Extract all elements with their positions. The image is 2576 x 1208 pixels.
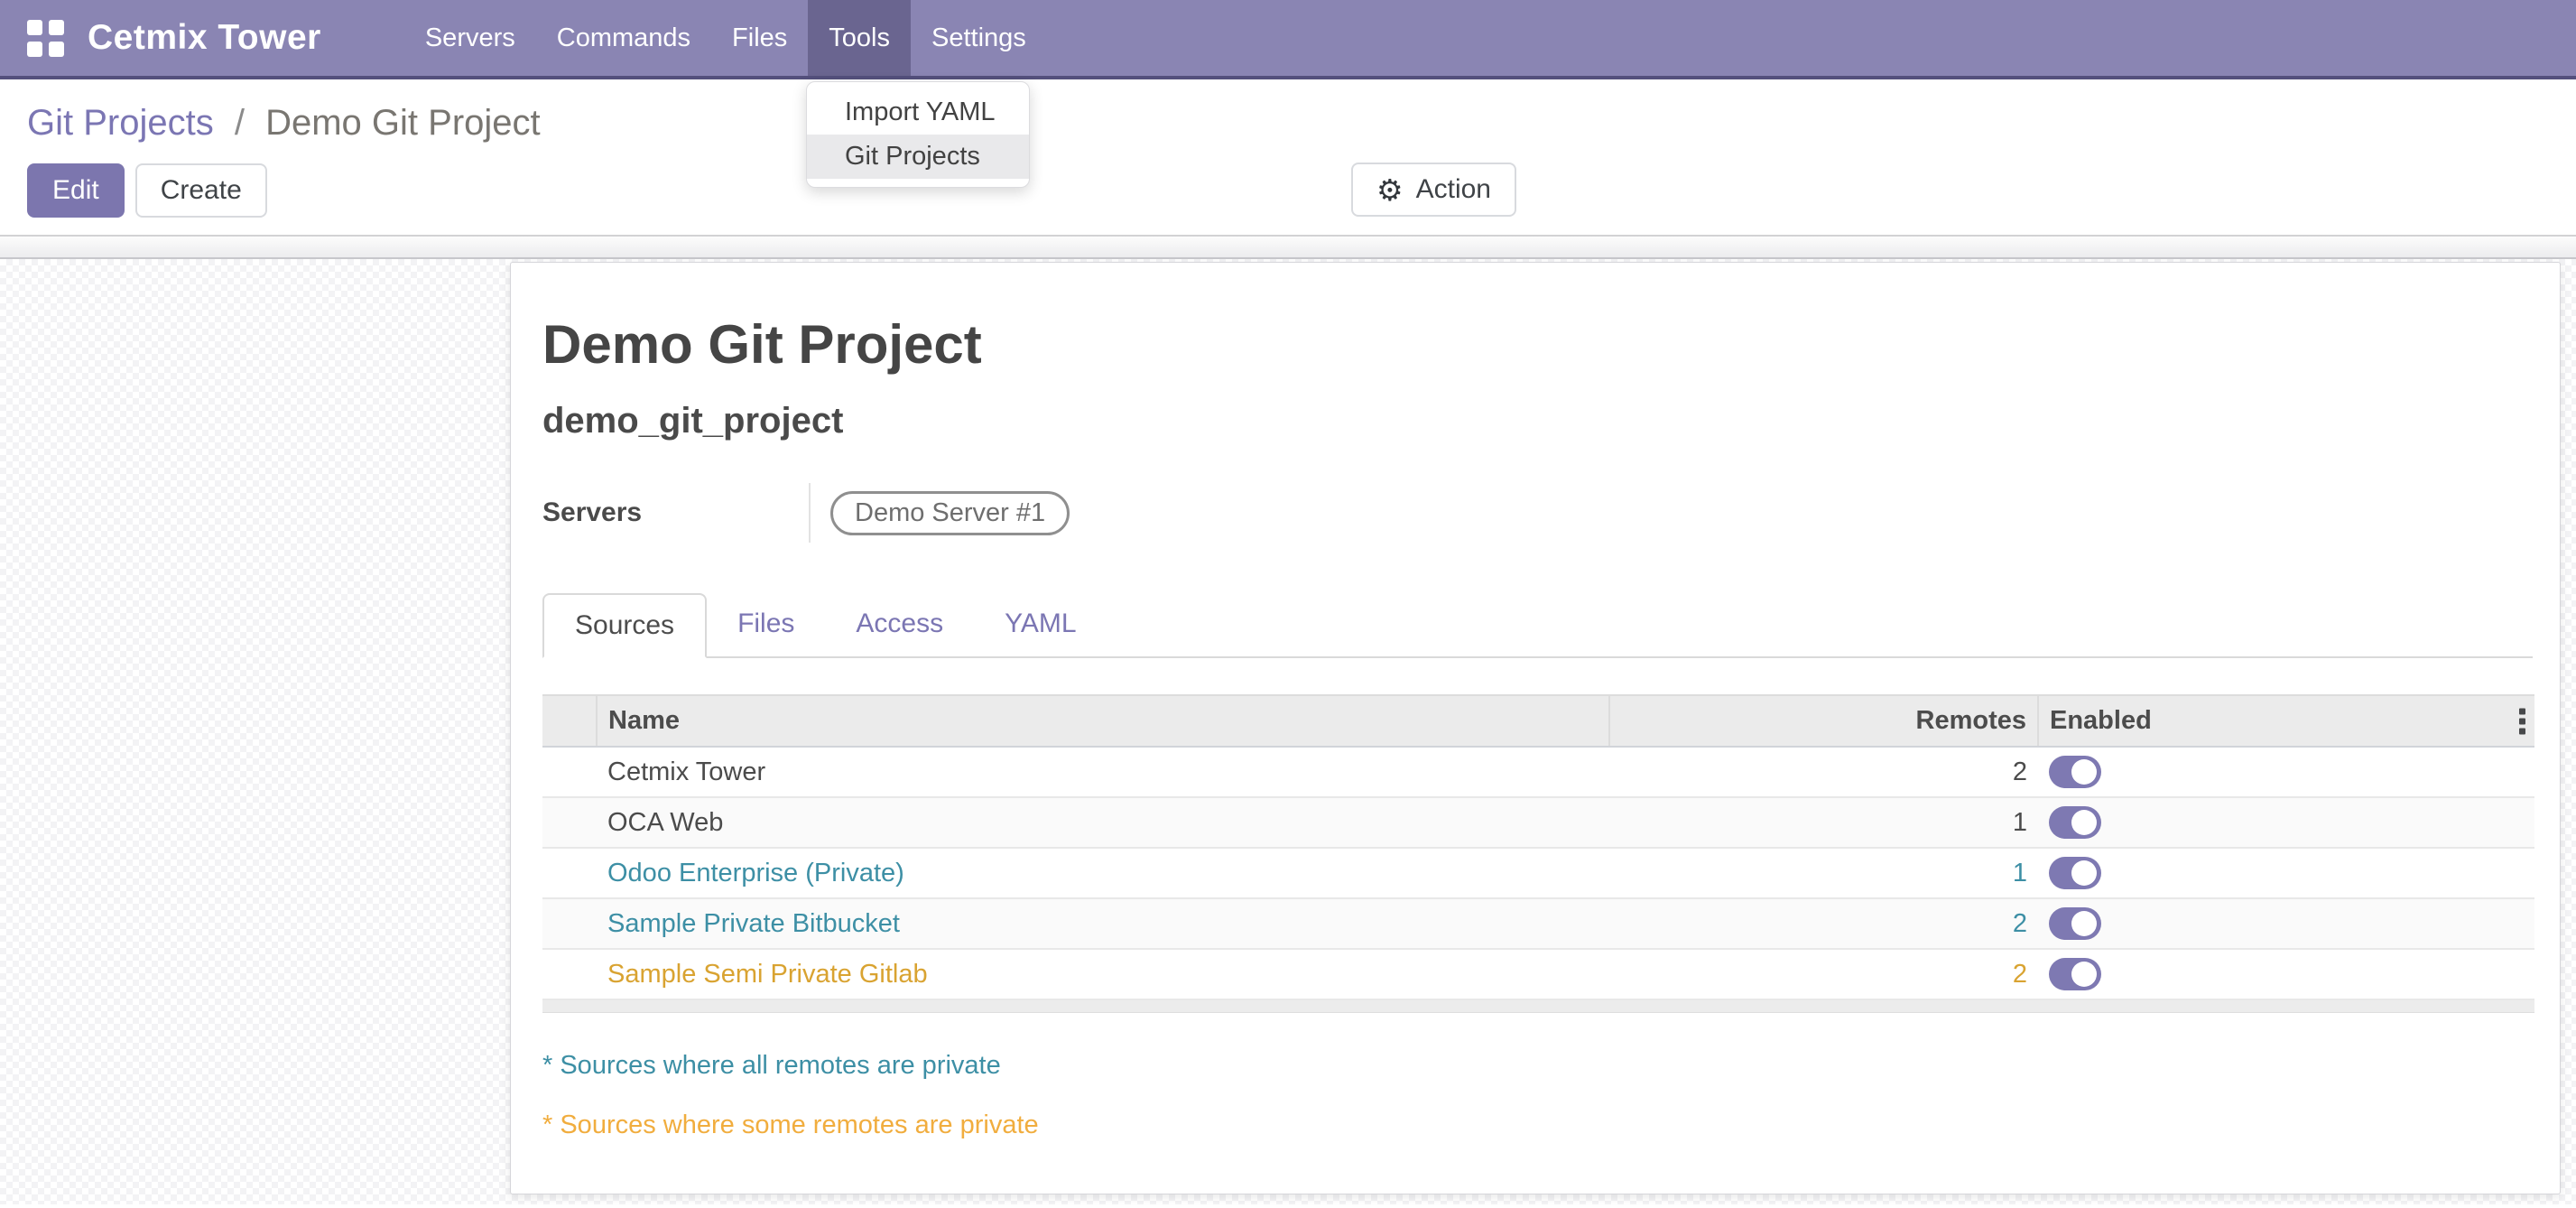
- table-footer-strip: [542, 1000, 2534, 1013]
- row-selector-cell: [542, 848, 597, 898]
- source-name: Sample Private Bitbucket: [607, 909, 900, 938]
- server-tag[interactable]: Demo Server #1: [830, 491, 1070, 535]
- enabled-toggle[interactable]: [2049, 756, 2101, 788]
- button-row: Edit Create: [27, 163, 2576, 218]
- sources-table: Name Remotes Enabled Cetmix Tower 2: [542, 694, 2534, 1000]
- main-menu: Servers Commands Files Tools Settings: [404, 0, 1047, 76]
- table-row[interactable]: Sample Private Bitbucket 2: [542, 898, 2534, 949]
- tab[interactable]: Sources: [542, 593, 707, 658]
- row-selector-cell: [542, 797, 597, 848]
- table-row[interactable]: Odoo Enterprise (Private) 1: [542, 848, 2534, 898]
- nav-item[interactable]: Files: [711, 0, 808, 76]
- breadcrumb-separator: /: [235, 103, 245, 143]
- remotes-count: 2: [2013, 960, 2027, 989]
- dropdown-item[interactable]: Git Projects: [807, 135, 1029, 179]
- enabled-toggle[interactable]: [2049, 806, 2101, 839]
- column-options-icon[interactable]: [2519, 708, 2525, 734]
- create-button[interactable]: Create: [135, 163, 267, 218]
- tab[interactable]: Files: [707, 593, 825, 656]
- remotes-column-header[interactable]: Remotes: [1609, 695, 2038, 747]
- enabled-toggle[interactable]: [2049, 958, 2101, 990]
- page-title: Demo Git Project: [542, 313, 2533, 376]
- server-tags: Demo Server #1: [830, 491, 1070, 535]
- action-button[interactable]: ⚙ Action: [1351, 163, 1516, 217]
- content-background: Demo Git Project demo_git_project Server…: [0, 259, 2576, 1204]
- record-card: Demo Git Project demo_git_project Server…: [510, 262, 2561, 1194]
- source-name: Sample Semi Private Gitlab: [607, 960, 928, 989]
- table-row[interactable]: Sample Semi Private Gitlab 2: [542, 949, 2534, 999]
- app-brand[interactable]: Cetmix Tower: [88, 18, 321, 58]
- top-navbar: Cetmix Tower Servers Commands Files Tool…: [0, 0, 2576, 79]
- privacy-legend: * Sources where all remotes are private …: [542, 1051, 2533, 1140]
- control-panel: Git Projects / Demo Git Project Edit Cre…: [0, 79, 2576, 235]
- edit-button[interactable]: Edit: [27, 163, 125, 218]
- table-row[interactable]: Cetmix Tower 2: [542, 747, 2534, 797]
- row-selector-cell: [542, 949, 597, 999]
- source-name: Odoo Enterprise (Private): [607, 859, 904, 887]
- apps-grid-icon[interactable]: [27, 20, 64, 57]
- enabled-toggle[interactable]: [2049, 857, 2101, 889]
- row-selector-cell: [542, 898, 597, 949]
- legend-note: * Sources where some remotes are private: [542, 1110, 2533, 1140]
- selector-column-header: [542, 695, 597, 747]
- tools-dropdown-menu: Import YAML Git Projects: [806, 81, 1030, 188]
- record-code: demo_git_project: [542, 401, 2533, 441]
- breadcrumb-current: Demo Git Project: [265, 103, 541, 143]
- source-name: OCA Web: [607, 808, 723, 837]
- breadcrumb: Git Projects / Demo Git Project: [27, 103, 2576, 144]
- nav-item[interactable]: Commands: [536, 0, 711, 76]
- tab[interactable]: YAML: [974, 593, 1107, 656]
- legend-note: * Sources where all remotes are private: [542, 1051, 2533, 1081]
- servers-field: Servers Demo Server #1: [542, 483, 2533, 543]
- enabled-toggle[interactable]: [2049, 907, 2101, 940]
- table-header-row: Name Remotes Enabled: [542, 695, 2534, 747]
- table-row[interactable]: OCA Web 1: [542, 797, 2534, 848]
- gear-icon: ⚙: [1376, 175, 1404, 205]
- nav-item[interactable]: Settings: [911, 0, 1047, 76]
- servers-field-label: Servers: [542, 497, 809, 528]
- dropdown-item[interactable]: Import YAML: [807, 90, 1029, 135]
- remotes-count: 2: [2013, 757, 2027, 786]
- panel-divider: [0, 235, 2576, 259]
- row-selector-cell: [542, 747, 597, 797]
- remotes-count: 1: [2013, 859, 2027, 887]
- source-name: Cetmix Tower: [607, 757, 765, 786]
- breadcrumb-parent-link[interactable]: Git Projects: [27, 103, 214, 143]
- remotes-count: 1: [2013, 808, 2027, 837]
- name-column-header[interactable]: Name: [597, 695, 1609, 747]
- enabled-column-header[interactable]: Enabled: [2038, 695, 2534, 747]
- remotes-count: 2: [2013, 909, 2027, 938]
- notebook-tabs: Sources Files Access YAML: [542, 593, 2533, 658]
- field-separator: [809, 483, 811, 543]
- tab[interactable]: Access: [825, 593, 974, 656]
- nav-item[interactable]: Tools: [808, 0, 911, 76]
- nav-item[interactable]: Servers: [404, 0, 536, 76]
- action-button-label: Action: [1416, 174, 1491, 205]
